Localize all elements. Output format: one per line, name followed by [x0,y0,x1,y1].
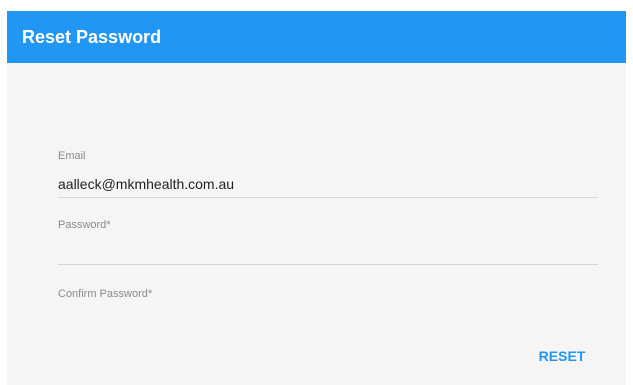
email-input[interactable] [58,174,598,194]
confirm-password-field: Confirm Password* [58,287,598,327]
email-underline [58,197,598,198]
email-label: Email [58,150,86,162]
password-label: Password* [58,219,111,231]
confirm-password-input[interactable] [58,307,598,327]
password-underline [58,264,598,265]
dialog-title: Reset Password [22,27,162,47]
dialog-header: Reset Password [7,11,626,63]
email-field: Email [58,149,598,199]
reset-button[interactable]: RESET [525,343,599,369]
password-field: Password* [58,218,598,268]
confirm-password-label: Confirm Password* [58,288,153,300]
reset-password-dialog: Reset Password Email Password* Confirm P… [7,11,626,385]
password-input[interactable] [58,241,598,261]
